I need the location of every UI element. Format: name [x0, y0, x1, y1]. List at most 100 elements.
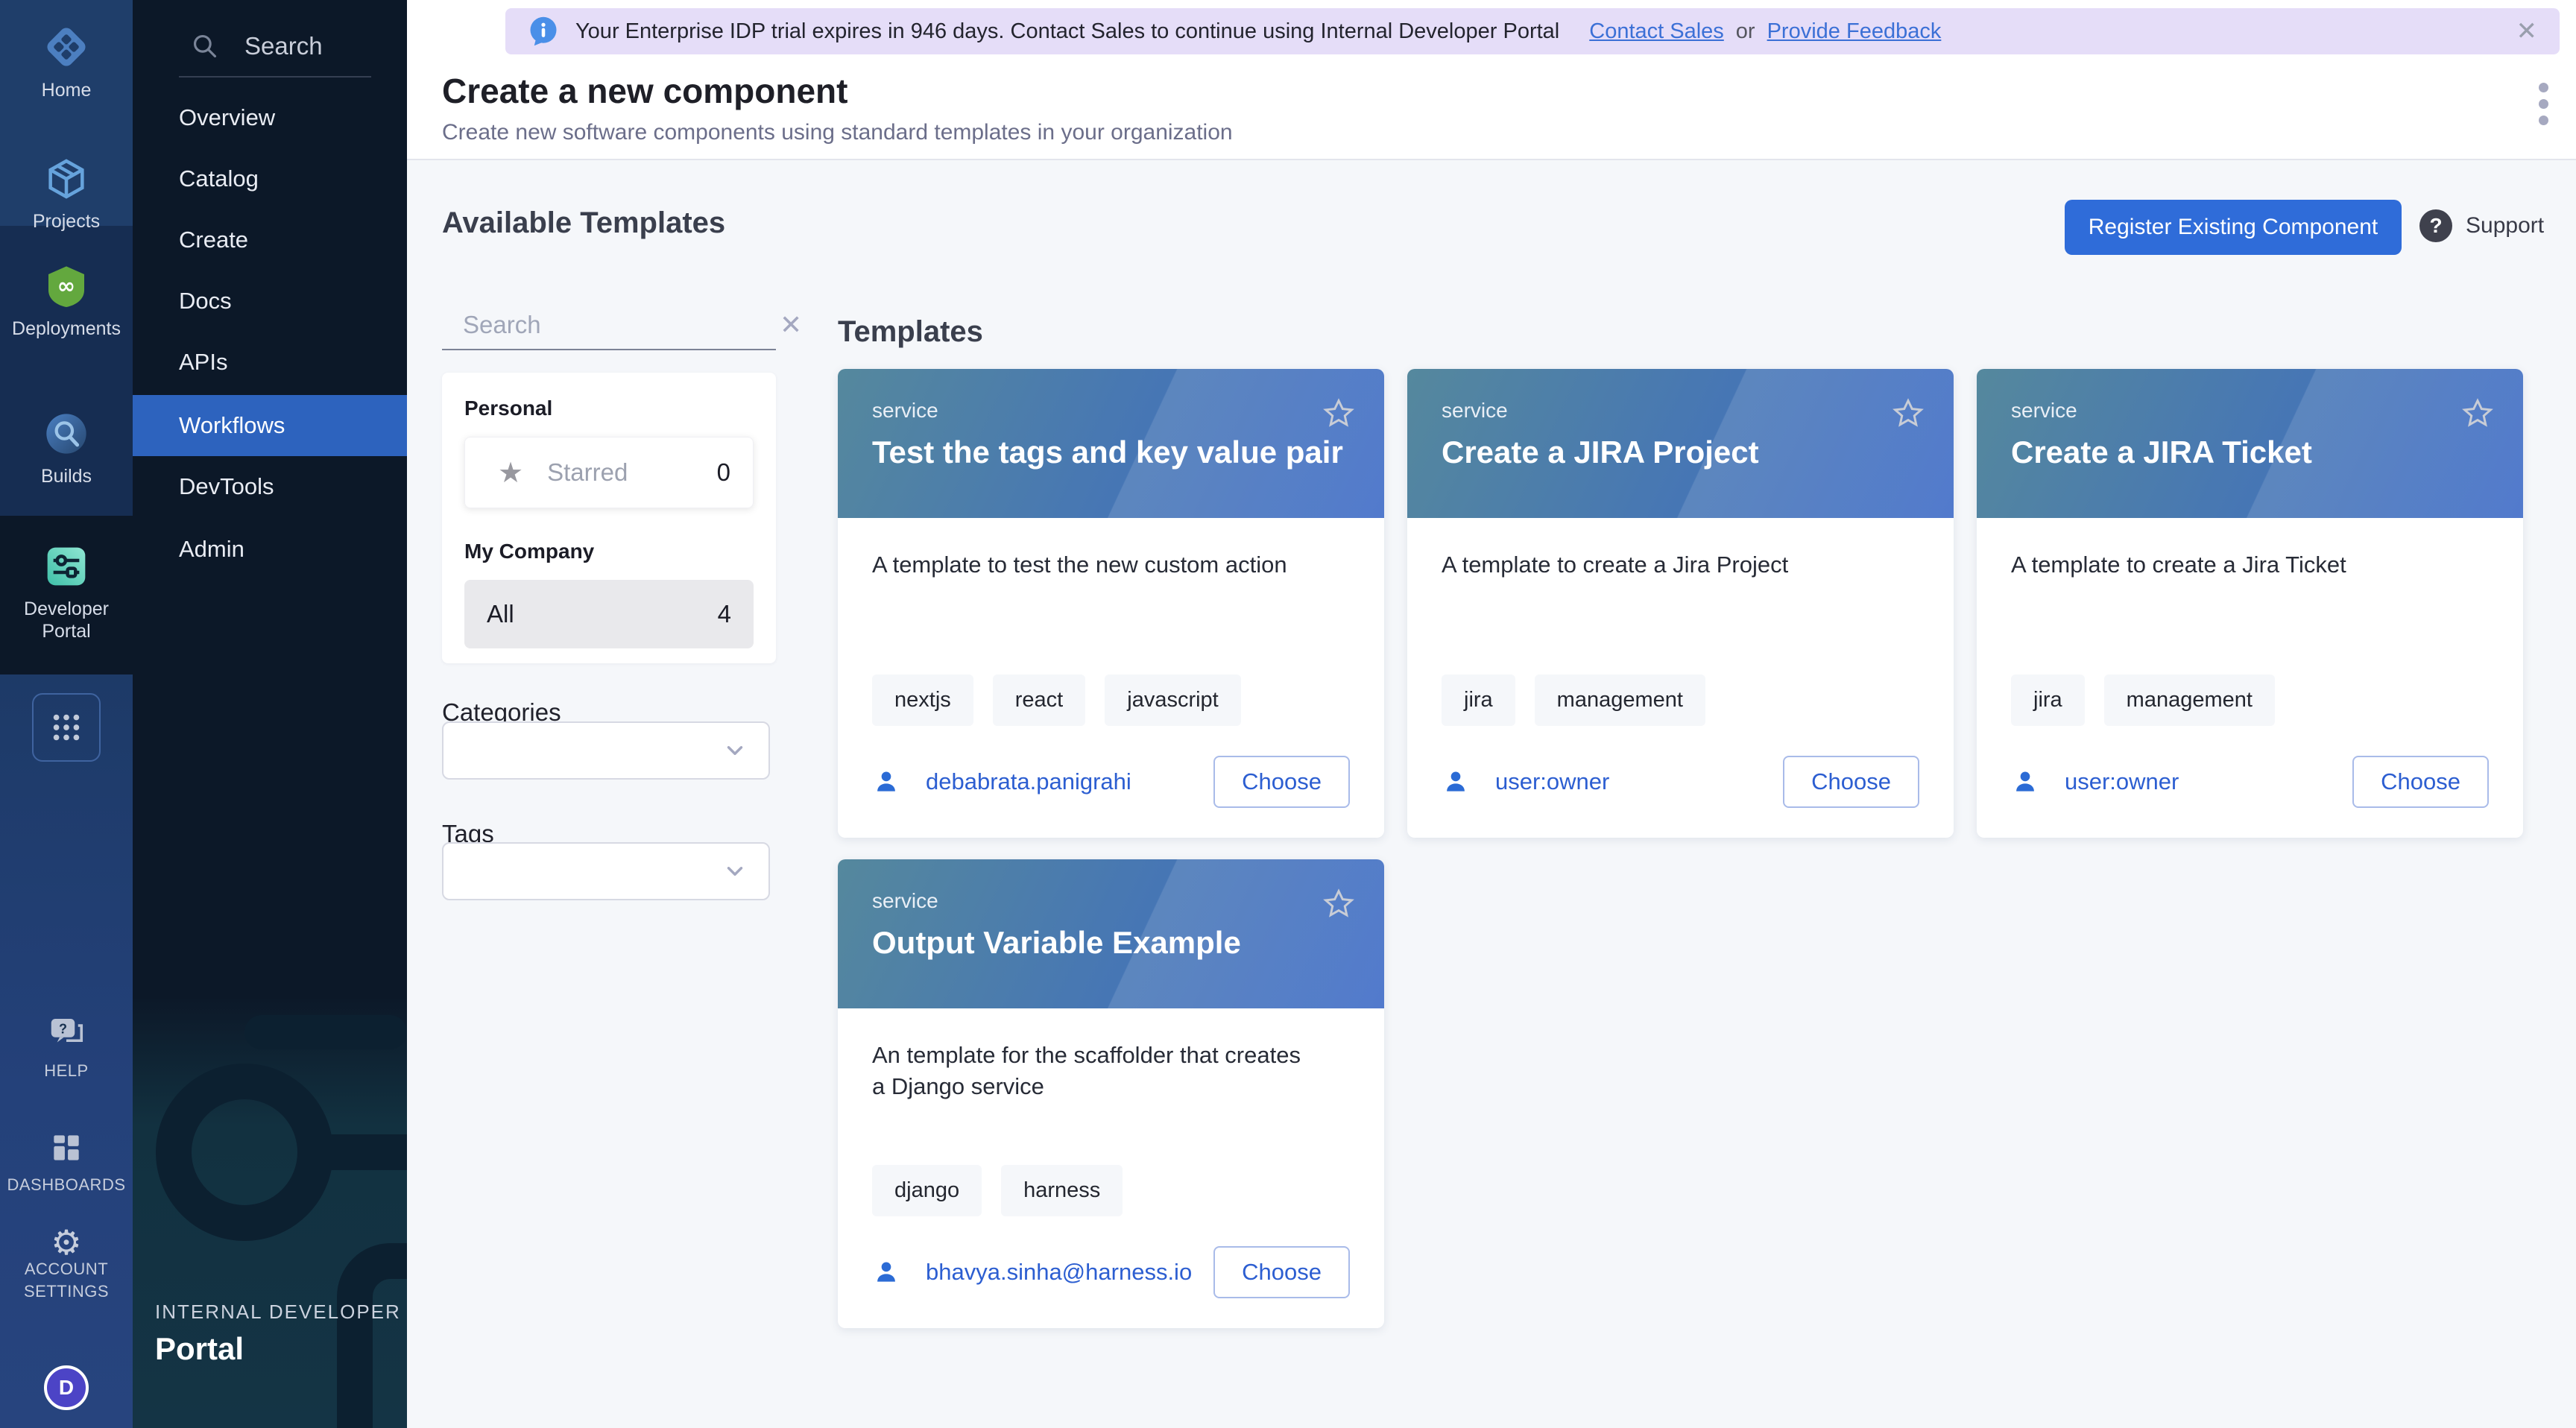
- trial-banner: Your Enterprise IDP trial expires in 946…: [505, 8, 2560, 54]
- card-header: service Create a JIRA Project: [1407, 369, 1954, 518]
- clear-search-icon[interactable]: ✕: [780, 309, 802, 341]
- card-body: A template to test the new custom action…: [838, 518, 1384, 838]
- sidebar-search[interactable]: Search: [133, 16, 407, 76]
- rail-item-projects[interactable]: Projects: [0, 155, 133, 233]
- rail-item-developer-portal[interactable]: Developer Portal: [0, 543, 133, 642]
- banner-message: Your Enterprise IDP trial expires in 946…: [575, 19, 1559, 44]
- tag-chip: react: [993, 674, 1085, 726]
- choose-button[interactable]: Choose: [2352, 756, 2489, 808]
- builds-icon: [42, 410, 90, 458]
- tag-chip: django: [872, 1165, 982, 1216]
- choose-button[interactable]: Choose: [1213, 756, 1350, 808]
- card-title: Create a JIRA Project: [1442, 435, 1919, 470]
- rail-item-account-settings[interactable]: ⚙ ACCOUNT SETTINGS: [0, 1231, 133, 1303]
- contact-sales-link[interactable]: Contact Sales: [1589, 19, 1724, 44]
- deployments-icon: ∞: [42, 262, 90, 310]
- tag-chip: management: [1535, 674, 1705, 726]
- starred-count: 0: [717, 458, 730, 487]
- starred-filter[interactable]: ★ Starred 0: [464, 437, 754, 508]
- star-icon[interactable]: [1322, 888, 1356, 920]
- sidebar-item-catalog[interactable]: Catalog: [133, 148, 407, 209]
- star-icon: ★: [498, 456, 523, 490]
- kebab-menu-icon[interactable]: [2539, 83, 2549, 132]
- sidebar-item-workflows[interactable]: Workflows: [133, 395, 407, 456]
- rail-item-deployments[interactable]: ∞ Deployments: [0, 262, 133, 340]
- star-icon[interactable]: [1891, 397, 1925, 430]
- person-icon: [2011, 768, 2039, 796]
- all-count: 4: [718, 600, 731, 628]
- svg-text:∞: ∞: [57, 273, 75, 298]
- provide-feedback-link[interactable]: Provide Feedback: [1767, 19, 1942, 44]
- support-label: Support: [2466, 213, 2544, 238]
- card-header: service Test the tags and key value pair: [838, 369, 1384, 518]
- card-header: service Create a JIRA Ticket: [1977, 369, 2523, 518]
- star-icon[interactable]: [1322, 397, 1356, 430]
- avatar: D: [44, 1365, 89, 1410]
- card-owner-link[interactable]: user:owner: [2065, 768, 2179, 795]
- card-owner-link[interactable]: debabrata.panigrahi: [926, 768, 1131, 795]
- rail-item-label: Developer Portal: [18, 598, 115, 642]
- rail-item-help[interactable]: ? HELP: [0, 1012, 133, 1082]
- dashboards-icon: [48, 1129, 85, 1166]
- rail-item-label: Deployments: [0, 317, 133, 340]
- card-tags: jira management: [1442, 674, 1919, 726]
- support-button[interactable]: ? Support: [2419, 209, 2544, 242]
- section-title: Available Templates: [442, 206, 725, 240]
- card-owner-link[interactable]: user:owner: [1495, 768, 1609, 795]
- card-owner-link[interactable]: bhavya.sinha@harness.io: [926, 1259, 1192, 1286]
- banner-close-icon[interactable]: ✕: [2516, 16, 2538, 46]
- sidebar-item-devtools[interactable]: DevTools: [133, 456, 407, 517]
- card-footer: user:owner Choose: [1442, 756, 1919, 808]
- sidebar-search-placeholder: Search: [244, 32, 323, 60]
- card-kind: service: [1442, 399, 1919, 423]
- starred-label: Starred: [547, 458, 628, 487]
- template-card: service Test the tags and key value pair…: [838, 369, 1384, 838]
- developer-portal-icon: [42, 543, 90, 590]
- card-title: Output Variable Example: [872, 925, 1350, 961]
- register-existing-component-button[interactable]: Register Existing Component: [2065, 200, 2402, 255]
- tag-chip: jira: [2011, 674, 2085, 726]
- card-tags: jira management: [2011, 674, 2489, 726]
- person-icon: [872, 1258, 900, 1286]
- choose-button[interactable]: Choose: [1783, 756, 1919, 808]
- all-label: All: [487, 600, 514, 628]
- templates-heading: Templates: [838, 315, 983, 349]
- card-header: service Output Variable Example: [838, 859, 1384, 1008]
- sidebar-item-docs[interactable]: Docs: [133, 271, 407, 332]
- rail-item-label: Home: [0, 79, 133, 101]
- user-avatar-button[interactable]: D: [0, 1365, 133, 1410]
- rail-item-label: Projects: [0, 210, 133, 233]
- template-search-input[interactable]: [463, 311, 780, 339]
- star-icon[interactable]: [2460, 397, 2495, 430]
- rail-item-dashboards[interactable]: DASHBOARDS: [0, 1129, 133, 1196]
- sidebar-item-admin[interactable]: Admin: [133, 519, 407, 580]
- module-rail: Home Projects ∞ Deployments Buil: [0, 0, 133, 1428]
- tag-chip: nextjs: [872, 674, 973, 726]
- categories-select[interactable]: [442, 721, 770, 780]
- sidebar-item-create[interactable]: Create: [133, 209, 407, 271]
- sidebar-item-overview[interactable]: Overview: [133, 87, 407, 148]
- tag-chip: harness: [1001, 1165, 1123, 1216]
- rail-item-home[interactable]: Home: [0, 22, 133, 101]
- card-kind: service: [872, 889, 1350, 913]
- card-description: A template to test the new custom action: [872, 549, 1350, 581]
- rail-item-builds[interactable]: Builds: [0, 410, 133, 487]
- divider: [179, 76, 371, 78]
- home-icon: [42, 22, 91, 72]
- svg-text:?: ?: [59, 1021, 67, 1036]
- brand-line1: INTERNAL DEVELOPER: [155, 1301, 401, 1324]
- tag-chip: management: [2104, 674, 2275, 726]
- rail-item-label: Builds: [0, 465, 133, 487]
- card-footer: debabrata.panigrahi Choose: [872, 756, 1350, 808]
- available-templates-section: Available Templates Register Existing Co…: [407, 160, 2576, 1428]
- search-icon: [191, 32, 219, 60]
- module-picker-button[interactable]: [0, 693, 133, 762]
- ownership-filter-card: Personal ★ Starred 0 My Company All 4: [442, 373, 776, 663]
- all-filter[interactable]: All 4: [464, 580, 754, 648]
- choose-button[interactable]: Choose: [1213, 1246, 1350, 1298]
- page-title: Create a new component: [442, 71, 847, 111]
- card-kind: service: [2011, 399, 2489, 423]
- tags-select[interactable]: [442, 842, 770, 900]
- sidebar-item-apis[interactable]: APIs: [133, 332, 407, 393]
- brand-line2: Portal: [155, 1331, 401, 1367]
